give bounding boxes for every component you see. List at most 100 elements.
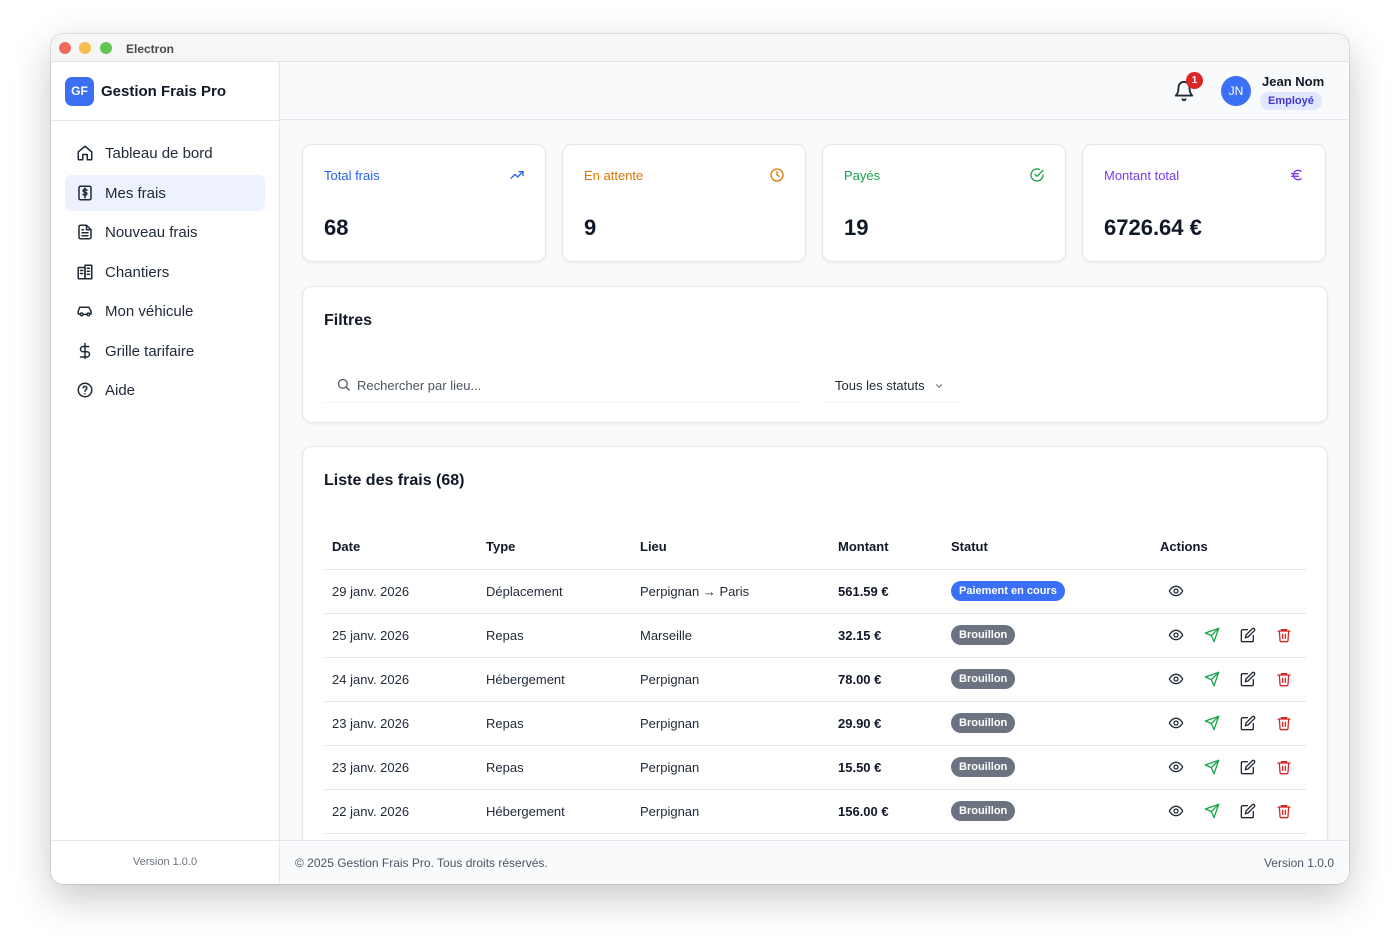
edit-icon[interactable] <box>1240 715 1256 731</box>
column-header-date[interactable]: Date <box>324 525 478 570</box>
sidebar-item-grille-tarifaire[interactable]: Grille tarifaire <box>65 333 265 369</box>
send-icon[interactable] <box>1204 803 1220 819</box>
table-row: 22 janv. 2026 Hébergement Perpignan 156.… <box>324 789 1306 834</box>
stat-value: 6726.64 € <box>1104 215 1202 240</box>
edit-icon[interactable] <box>1240 671 1256 687</box>
column-header-statut[interactable]: Statut <box>943 525 1152 570</box>
stat-label: En attente <box>584 168 644 183</box>
cell-montant: 156.00 € <box>830 789 943 834</box>
brand-logo: GF <box>65 77 94 106</box>
cell-lieu: Perpignan <box>632 789 830 834</box>
sidebar-item-label: Nouveau frais <box>105 223 198 241</box>
status-filter-select[interactable]: Tous les statuts <box>824 367 959 403</box>
send-icon[interactable] <box>1204 715 1220 731</box>
sidebar-version: Version 1.0.0 <box>51 840 279 884</box>
status-badge: Paiement en cours <box>951 581 1065 601</box>
sidebar-item-nouveau-frais[interactable]: Nouveau frais <box>65 214 265 250</box>
stat-label: Total frais <box>324 168 380 183</box>
send-icon[interactable] <box>1204 759 1220 775</box>
close-window-button[interactable] <box>59 42 71 54</box>
cell-actions <box>1152 745 1306 790</box>
filters-card: Filtres Rechercher par lieu... Tous les … <box>302 286 1328 423</box>
euro-icon <box>1291 169 1302 181</box>
sidebar-item-mon-vehicule[interactable]: Mon véhicule <box>65 293 265 329</box>
cell-montant: 32.15 € <box>830 613 943 658</box>
search-input[interactable]: Rechercher par lieu... <box>324 367 802 403</box>
brand: GF Gestion Frais Pro <box>51 62 279 121</box>
search-placeholder: Rechercher par lieu... <box>357 378 482 393</box>
minimize-window-button[interactable] <box>79 42 91 54</box>
cell-type: Déplacement <box>478 569 632 614</box>
sidebar-item-label: Tableau de bord <box>105 144 213 162</box>
cell-actions <box>1152 701 1306 746</box>
cell-lieu: Marseille <box>632 613 830 658</box>
sidebar-item-mes-frais[interactable]: Mes frais <box>65 175 265 211</box>
table-row: 29 janv. 2026 Déplacement Perpignan → Pa… <box>324 569 1306 614</box>
column-header-actions: Actions <box>1152 525 1306 570</box>
cell-lieu: Perpignan → Paris <box>632 569 830 614</box>
edit-icon[interactable] <box>1240 803 1256 819</box>
stat-card-en-attente: En attente 9 <box>562 144 806 262</box>
cell-montant: 15.50 € <box>830 745 943 790</box>
eye-icon[interactable] <box>1168 715 1184 731</box>
trending-up-icon <box>510 171 524 179</box>
cell-date: 22 janv. 2026 <box>324 789 478 834</box>
table-row: 24 janv. 2026 Hébergement Perpignan 78.0… <box>324 657 1306 702</box>
sidebar-item-chantiers[interactable]: Chantiers <box>65 254 265 290</box>
cell-type: Repas <box>478 701 632 746</box>
sidebar-item-label: Aide <box>105 381 136 399</box>
cell-date: 25 janv. 2026 <box>324 613 478 658</box>
edit-icon[interactable] <box>1240 759 1256 775</box>
receipt-icon <box>78 185 92 201</box>
user-role-badge: Employé <box>1260 92 1322 110</box>
cell-type: Hébergement <box>478 789 632 834</box>
cell-actions <box>1152 613 1306 658</box>
cell-lieu: Perpignan <box>632 657 830 702</box>
stat-value: 9 <box>584 215 597 240</box>
eye-icon[interactable] <box>1168 803 1184 819</box>
cell-lieu: Perpignan <box>632 701 830 746</box>
eye-icon[interactable] <box>1168 759 1184 775</box>
table-row: 23 janv. 2026 Repas Perpignan 15.50 € Br… <box>324 745 1306 790</box>
column-header-type[interactable]: Type <box>478 525 632 570</box>
stat-card-payes: Payés 19 <box>822 144 1066 262</box>
trash-icon[interactable] <box>1276 671 1292 687</box>
cell-montant: 29.90 € <box>830 701 943 746</box>
check-circle-icon <box>1030 168 1044 182</box>
footer-version: Version 1.0.0 <box>1263 856 1334 870</box>
status-badge: Brouillon <box>951 801 1016 821</box>
cell-montant: 561.59 € <box>830 569 943 614</box>
cell-statut: Brouillon <box>943 789 1152 834</box>
list-title: Liste des frais (68) <box>324 472 465 489</box>
cell-type: Repas <box>478 613 632 658</box>
status-badge: Brouillon <box>951 669 1016 689</box>
avatar[interactable]: JN <box>1221 76 1251 106</box>
brand-name: Gestion Frais Pro <box>101 83 227 100</box>
stat-card-montant-total: Montant total 6726.64 € <box>1082 144 1326 262</box>
cell-montant: 78.00 € <box>830 657 943 702</box>
dollar-icon <box>79 342 91 360</box>
chevron-down-icon <box>935 384 943 388</box>
trash-icon[interactable] <box>1276 715 1292 731</box>
filters-title: Filtres <box>324 312 373 329</box>
eye-icon[interactable] <box>1168 627 1184 643</box>
eye-icon[interactable] <box>1168 671 1184 687</box>
send-icon[interactable] <box>1204 627 1220 643</box>
edit-icon[interactable] <box>1240 627 1256 643</box>
trash-icon[interactable] <box>1276 759 1292 775</box>
cell-type: Repas <box>478 745 632 790</box>
sidebar-item-tableau-de-bord[interactable]: Tableau de bord <box>65 135 265 171</box>
send-icon[interactable] <box>1204 671 1220 687</box>
sidebar-item-label: Grille tarifaire <box>105 342 195 360</box>
eye-icon[interactable] <box>1168 583 1184 599</box>
sidebar-item-aide[interactable]: Aide <box>65 372 265 408</box>
sidebar: GF Gestion Frais Pro Tableau de bord Mes… <box>51 62 280 884</box>
trash-icon[interactable] <box>1276 627 1292 643</box>
trash-icon[interactable] <box>1276 803 1292 819</box>
stat-label: Montant total <box>1104 168 1180 183</box>
column-header-montant[interactable]: Montant <box>830 525 943 570</box>
cell-lieu: Perpignan <box>632 745 830 790</box>
column-header-lieu[interactable]: Lieu <box>632 525 830 570</box>
cell-type: Hébergement <box>478 657 632 702</box>
maximize-window-button[interactable] <box>100 42 112 54</box>
